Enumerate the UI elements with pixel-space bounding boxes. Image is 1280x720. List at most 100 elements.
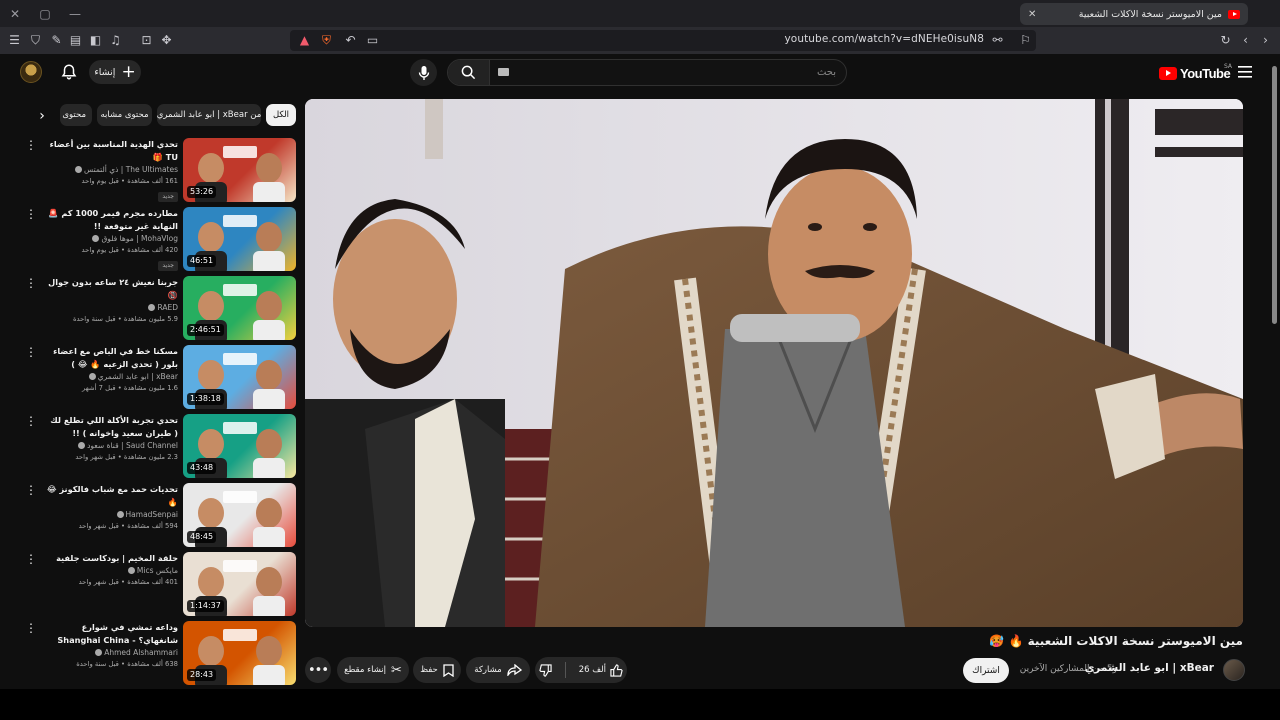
recommendation-channel[interactable]: HamadSenpai xyxy=(46,509,178,521)
recommendation-title[interactable]: تحدي تجربة الأكلة اللي تطلع لك ( طيران س… xyxy=(46,414,178,440)
recommendation-thumbnail[interactable]: 53:26 xyxy=(183,138,296,202)
recommendation-thumbnail[interactable]: 46:51 xyxy=(183,207,296,271)
recommendation-channel[interactable]: xBear | ابو عابد الشمري xyxy=(46,371,178,383)
chip-more[interactable]: محتوى xyxy=(60,104,92,126)
recommendation-thumbnail[interactable]: 48:45 xyxy=(183,483,296,547)
share-arrow-icon xyxy=(507,664,522,676)
recommendation-thumbnail[interactable]: 28:43 xyxy=(183,621,296,685)
notifications-bell-icon[interactable] xyxy=(60,63,78,81)
chip-related[interactable]: محتوى مشابه xyxy=(97,104,152,126)
chips-scroll-left-icon[interactable]: › xyxy=(34,108,50,124)
recommendation-channel[interactable]: The Ultimates | ذي ألتمتس xyxy=(46,164,178,176)
recommendation-more-icon[interactable]: ⋮ xyxy=(24,276,38,290)
recommendation-thumbnail[interactable]: 1:14:37 xyxy=(183,552,296,616)
recommendation-item[interactable]: 1:14:37 حلقة المخيم | بودكاست جلفية مايكس … xyxy=(24,552,296,616)
recommendation-item[interactable]: 53:26 تحدي الهدية المناسبة بين أعضاء TU 🎁… xyxy=(24,138,296,202)
like-button[interactable]: 26 ألف xyxy=(579,663,623,677)
recommendation-item[interactable]: 2:46:51 جربنا نعيش ٢٤ ساعه بدون جوال 📵 RAE… xyxy=(24,276,296,340)
recommendation-more-icon[interactable]: ⋮ xyxy=(24,207,38,221)
recommendation-title[interactable]: وداعه تمشي في شوارع شانغهاي؟ - Shanghai … xyxy=(46,621,178,647)
browser-tab-active[interactable]: مين الاميوستر نسخة الاكلات الشعبية ✕ xyxy=(1020,3,1248,25)
recommendation-thumbnail[interactable]: 43:48 xyxy=(183,414,296,478)
recommendation-item[interactable]: 1:38:18 مسكنا خط في الباص مع اعضاء بلور (… xyxy=(24,345,296,409)
back-icon[interactable]: ‹ xyxy=(1237,32,1254,49)
video-duration: 46:51 xyxy=(187,255,217,267)
recommendation-more-icon[interactable]: ⋮ xyxy=(24,345,38,359)
dislike-icon[interactable] xyxy=(539,663,552,677)
browser-toolbar: ☰ ⛉ ✎ ▤ ◧ ♫ ⊡ ✥ ▲ ⛨ ↶ ▭ youtube.com/watc… xyxy=(0,27,1280,54)
recommendation-more-icon[interactable]: ⋮ xyxy=(24,621,38,635)
recommendation-info: حلقة المخيم | بودكاست جلفية مايكس Mics 401… xyxy=(46,552,178,588)
voice-search-button[interactable] xyxy=(410,59,437,86)
recommendation-title[interactable]: تحدي الهدية المناسبة بين أعضاء TU 🎁 xyxy=(46,138,178,164)
window-maximize-icon[interactable]: ▢ xyxy=(36,5,54,23)
address-bar[interactable]: ▲ ⛨ ↶ ▭ youtube.com/watch?v=dNEHe0isuN8 … xyxy=(290,30,1036,51)
window-minimize-icon[interactable]: — xyxy=(66,5,84,23)
recommendation-title[interactable]: تحديات حمد مع شباب فالكونز 😂 🔥 xyxy=(46,483,178,509)
recommendation-title[interactable]: مسكنا خط في الباص مع اعضاء بلور ( تحدي ا… xyxy=(46,345,178,371)
recommendation-more-icon[interactable]: ⋮ xyxy=(24,138,38,152)
forward-icon[interactable]: › xyxy=(1257,32,1274,49)
recommendation-item[interactable]: 48:45 تحديات حمد مع شباب فالكونز 😂 🔥 Hamad… xyxy=(24,483,296,547)
recommendation-title[interactable]: جربنا نعيش ٢٤ ساعه بدون جوال 📵 xyxy=(46,276,178,302)
verified-check-icon xyxy=(148,304,156,311)
tabs-icon[interactable]: ▤ xyxy=(67,32,84,49)
recommendation-channel[interactable]: Ahmed Alshammari xyxy=(46,647,178,659)
channel-avatar[interactable] xyxy=(1223,659,1245,681)
browser-menu-icon[interactable]: ☰ xyxy=(6,32,23,49)
recommendation-meta: 420 ألف مشاهدة • قبل يوم واحد xyxy=(81,246,178,254)
channel-label: xBear | ابو عابد الشمري xyxy=(97,372,178,381)
page-scrollbar-thumb[interactable] xyxy=(1272,66,1277,324)
more-actions-button[interactable]: ••• xyxy=(305,657,331,683)
bookmark-icon[interactable]: ⚐ xyxy=(1017,32,1034,49)
recommendation-title[interactable]: حلقة المخيم | بودكاست جلفية xyxy=(46,552,178,565)
video-duration: 48:45 xyxy=(187,531,217,543)
screenshot-icon[interactable]: ⊡ xyxy=(138,32,155,49)
share-button[interactable]: مشاركة xyxy=(466,657,530,683)
recommendation-channel[interactable]: MohaVlog | موها فلوق xyxy=(46,233,178,245)
recommendation-channel[interactable]: مايكس Mics xyxy=(46,565,178,577)
channel-name[interactable]: xBear | ابو عابد الشمري xyxy=(1085,662,1214,674)
tab-close-icon[interactable]: ✕ xyxy=(1028,9,1036,20)
reload-icon[interactable]: ↻ xyxy=(1217,32,1234,49)
like-dislike-group: 26 ألف xyxy=(535,657,627,683)
shield-icon[interactable]: ⛉ xyxy=(27,32,44,49)
pen-icon[interactable]: ✎ xyxy=(48,32,65,49)
recommendation-item[interactable]: 28:43 وداعه تمشي في شوارع شانغهاي؟ - Shan… xyxy=(24,621,296,685)
recommendation-item[interactable]: 46:51 مطارده مجرم قيمر 1000 كم 🚨 النهاية … xyxy=(24,207,296,271)
cast-icon[interactable]: ▭ xyxy=(364,32,381,49)
recommendation-more-icon[interactable]: ⋮ xyxy=(24,552,38,566)
recommendation-thumbnail[interactable]: 2:46:51 xyxy=(183,276,296,340)
create-button[interactable]: إنشاء + xyxy=(89,60,141,84)
recommendation-item[interactable]: 43:48 تحدي تجربة الأكلة اللي تطلع لك ( طي… xyxy=(24,414,296,478)
account-avatar[interactable] xyxy=(20,61,42,83)
video-player[interactable] xyxy=(305,99,1243,627)
clip-button[interactable]: إنشاء مقطع ✂ xyxy=(337,657,409,683)
save-button[interactable]: حفظ xyxy=(413,657,461,683)
window-close-icon[interactable]: ✕ xyxy=(6,5,24,23)
recommendation-info: جربنا نعيش ٢٤ ساعه بدون جوال 📵 RAED 5.9 مل… xyxy=(46,276,178,325)
recommendation-channel[interactable]: RAED xyxy=(46,302,178,314)
recommendation-title[interactable]: مطارده مجرم قيمر 1000 كم 🚨 النهاية غير م… xyxy=(46,207,178,233)
recommendation-thumbnail[interactable]: 1:38:18 xyxy=(183,345,296,409)
recommendation-more-icon[interactable]: ⋮ xyxy=(24,483,38,497)
save-label: حفظ xyxy=(420,665,438,675)
extensions-icon[interactable]: ✥ xyxy=(158,32,175,49)
search-input[interactable] xyxy=(496,60,836,85)
ad-blocker-icon[interactable]: ⛨ xyxy=(318,32,335,49)
youtube-logo[interactable]: YouTube xyxy=(1159,65,1231,81)
chip-from-channel[interactable]: من xBear | ابو عابد الشمري xyxy=(157,104,261,126)
chip-all[interactable]: الكل xyxy=(266,104,296,126)
search-button[interactable] xyxy=(448,60,490,85)
undo-icon[interactable]: ↶ xyxy=(342,32,359,49)
video-duration: 28:43 xyxy=(187,669,217,681)
guide-menu-icon[interactable] xyxy=(1238,66,1252,78)
sidebar-icon[interactable]: ◧ xyxy=(87,32,104,49)
site-settings-icon[interactable]: ⚯ xyxy=(989,32,1006,49)
recommendation-info: مطارده مجرم قيمر 1000 كم 🚨 النهاية غير م… xyxy=(46,207,178,271)
aria-ai-icon[interactable]: ▲ xyxy=(296,32,313,49)
music-icon[interactable]: ♫ xyxy=(107,32,124,49)
recommendation-more-icon[interactable]: ⋮ xyxy=(24,414,38,428)
subscribe-button[interactable]: اشتراك xyxy=(963,658,1009,683)
recommendation-channel[interactable]: Saud Channel | قناة سعود xyxy=(46,440,178,452)
